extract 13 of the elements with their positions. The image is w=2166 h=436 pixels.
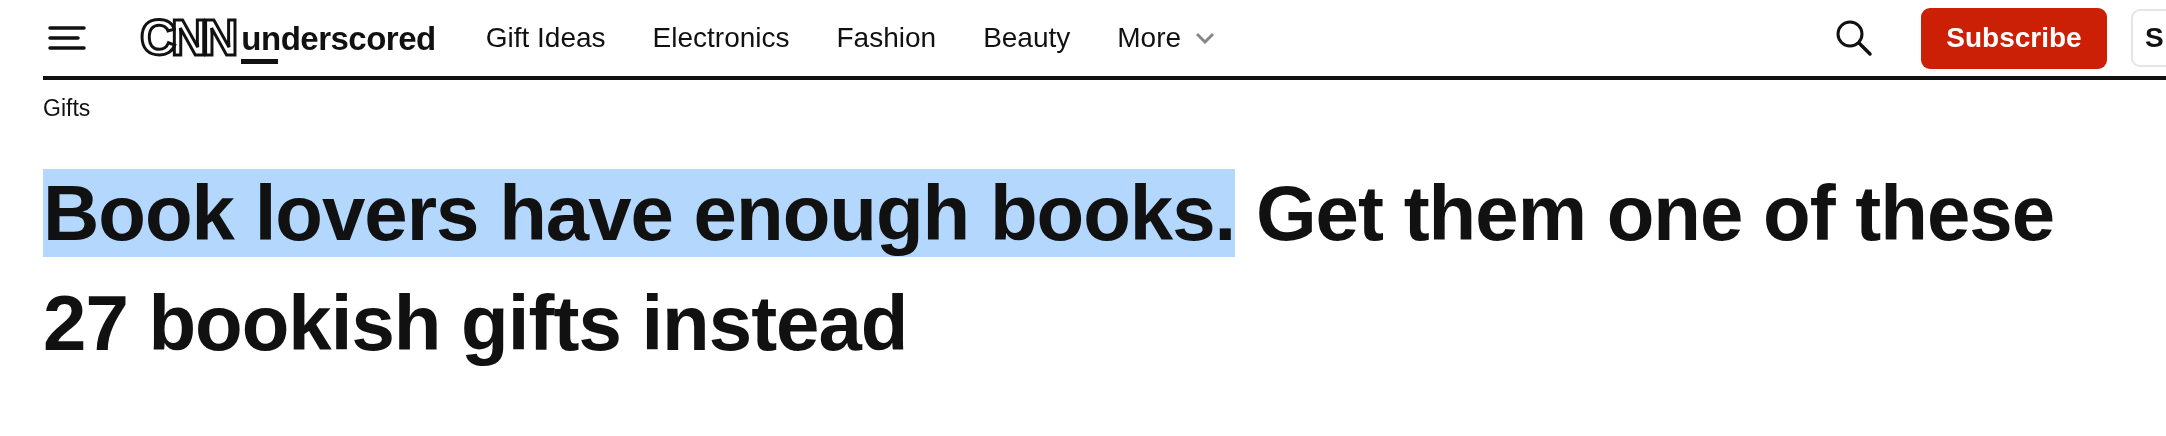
subscribe-button[interactable]: Subscribe (1921, 7, 2107, 69)
breadcrumb-link[interactable]: Gifts (43, 95, 91, 122)
article-headline: Book lovers have enough books. Get them one of these 27 bookish gifts instead (43, 168, 2056, 369)
nav-link[interactable]: Fashion (836, 22, 937, 54)
search-icon[interactable] (1835, 19, 1873, 57)
nav-dropdown[interactable]: More (1117, 22, 1216, 54)
menu-icon[interactable] (48, 25, 86, 51)
nav-link[interactable]: Electronics (652, 22, 790, 54)
site-logo[interactable]: CNN underscored (140, 13, 436, 63)
chevron-down-icon (1195, 32, 1216, 44)
sign-in-button[interactable]: S (2131, 9, 2166, 67)
nav-link[interactable]: Beauty (983, 22, 1071, 54)
nav-link[interactable]: Gift Ideas (485, 22, 606, 54)
